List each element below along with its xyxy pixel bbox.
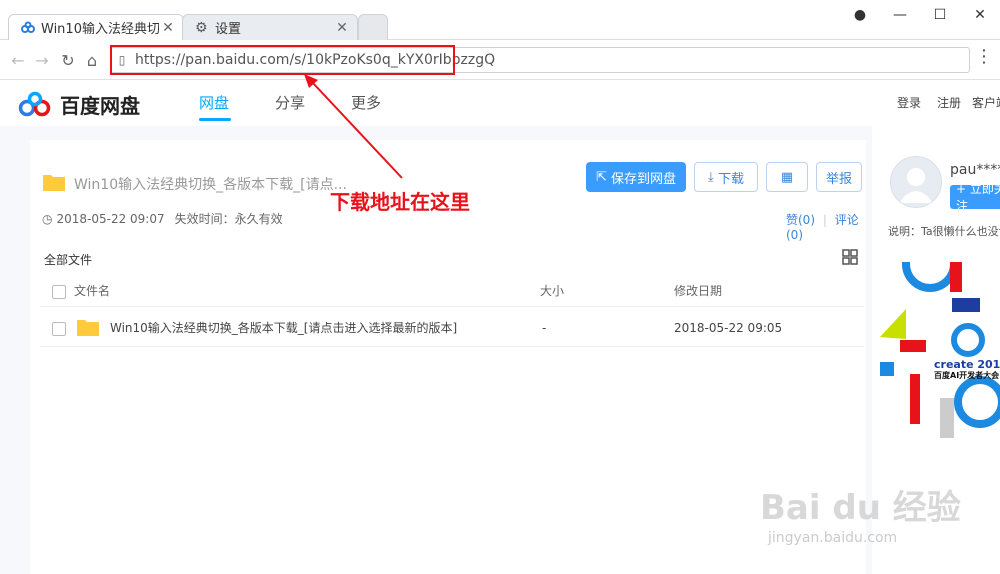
save-icon: ⇱	[596, 169, 607, 185]
user-description: 说明：Ta很懒什么也没设置	[888, 225, 1000, 238]
browser-titlebar: Win10输入法经典切换_各版本下载_ ✕ ⚙ 设置 ✕ ● — ☐ ✕	[0, 0, 1000, 40]
folder-icon	[77, 320, 99, 336]
nav-share[interactable]: 分享	[275, 92, 305, 113]
all-files-label: 全部文件	[44, 253, 93, 267]
column-date: 修改日期	[674, 284, 723, 298]
ad-banner[interactable]: create 2018 百度AI开发者大会	[880, 262, 1000, 438]
nav-active-indicator	[199, 118, 231, 121]
table-row[interactable]: Win10输入法经典切换_各版本下载_[请点击进入选择最新的版本] - 2018…	[40, 310, 864, 347]
file-date: 2018-05-22 09:05	[674, 321, 783, 335]
ad-subtitle: 百度AI开发者大会	[934, 371, 1000, 380]
clock-icon: ◷	[42, 211, 53, 226]
qrcode-icon: ▦	[780, 169, 794, 185]
download-icon: ⤓	[708, 169, 714, 185]
window-controls: ● — ☐ ✕	[840, 0, 1000, 30]
forward-icon[interactable]: →	[30, 48, 54, 72]
folder-icon	[43, 175, 65, 191]
qrcode-button[interactable]: ▦	[766, 162, 808, 192]
avatar[interactable]	[890, 156, 942, 208]
select-all-checkbox[interactable]	[52, 285, 66, 299]
share-title: Win10输入法经典切换_各版本下载_[请点...	[74, 177, 347, 193]
brand[interactable]: 百度网盘	[18, 90, 140, 119]
save-label: 保存到网盘	[610, 171, 676, 187]
column-name: 文件名	[74, 284, 111, 298]
social-actions: 赞(0) | 评论(0)	[786, 211, 866, 242]
close-icon[interactable]: ✕	[333, 20, 351, 36]
new-tab-button[interactable]	[358, 14, 388, 40]
separator: |	[822, 213, 827, 227]
file-name-link[interactable]: Win10输入法经典切换_各版本下载_[请点击进入选择最新的版本]	[110, 310, 457, 346]
brand-name: 百度网盘	[60, 94, 140, 118]
reload-icon[interactable]: ↻	[56, 48, 80, 72]
user-avatar-icon	[899, 168, 933, 203]
baidu-pan-logo-icon	[18, 91, 51, 116]
pan-header: 百度网盘 网盘 分享 更多 登录 注册 客户端	[0, 80, 1000, 126]
watermark-url: jingyan.baidu.com	[768, 530, 898, 546]
minimize-icon[interactable]: —	[880, 7, 920, 23]
baidu-pan-favicon-icon	[21, 21, 35, 33]
report-button[interactable]: 举报	[816, 162, 862, 192]
client-link[interactable]: 客户端	[972, 94, 1000, 111]
login-link[interactable]: 登录	[897, 94, 921, 111]
register-link[interactable]: 注册	[937, 94, 961, 111]
share-meta: ◷ 2018-05-22 09:07 失效时间：永久有效	[42, 210, 283, 227]
row-checkbox[interactable]	[52, 322, 66, 336]
baidu-jingyan-watermark: Bai du 经验	[760, 488, 961, 528]
browser-menu-icon[interactable]: ⋮	[972, 44, 996, 68]
save-to-pan-button[interactable]: ⇱ 保存到网盘	[586, 162, 686, 192]
like-link[interactable]: 赞(0)	[786, 213, 815, 227]
nav-more[interactable]: 更多	[351, 92, 381, 113]
tab-title: Win10输入法经典切换_各版本下载_	[41, 22, 159, 37]
tab-title: 设置	[215, 22, 242, 37]
share-date: 2018-05-22 09:07	[56, 211, 165, 226]
home-icon[interactable]: ⌂	[80, 48, 104, 72]
file-size: -	[542, 321, 547, 335]
column-size: 大小	[540, 284, 565, 298]
grid-view-icon[interactable]	[842, 249, 858, 265]
expire-text: 失效时间：永久有效	[174, 212, 283, 226]
maximize-icon[interactable]: ☐	[920, 7, 960, 23]
tab-share[interactable]: Win10输入法经典切换_各版本下载_ ✕	[8, 14, 184, 40]
annotation-label: 下载地址在这里	[330, 190, 470, 214]
user-icon[interactable]: ●	[840, 7, 880, 23]
file-table-header: 文件名 大小 修改日期	[40, 276, 864, 307]
close-icon[interactable]: ✕	[159, 20, 177, 36]
download-label: 下载	[717, 171, 744, 187]
report-label: 举报	[825, 171, 852, 187]
tab-settings[interactable]: ⚙ 设置 ✕	[182, 14, 358, 40]
create-2018-banner-art	[880, 262, 1000, 438]
follow-button[interactable]: + 立即关注	[950, 182, 1000, 213]
download-button[interactable]: ⤓ 下载	[694, 162, 758, 192]
username: pau*****	[950, 162, 1000, 178]
close-window-icon[interactable]: ✕	[960, 7, 1000, 23]
url-highlight-box	[110, 45, 455, 75]
gear-icon: ⚙	[195, 19, 208, 36]
nav-pan[interactable]: 网盘	[199, 92, 229, 113]
back-icon[interactable]: ←	[6, 48, 30, 72]
